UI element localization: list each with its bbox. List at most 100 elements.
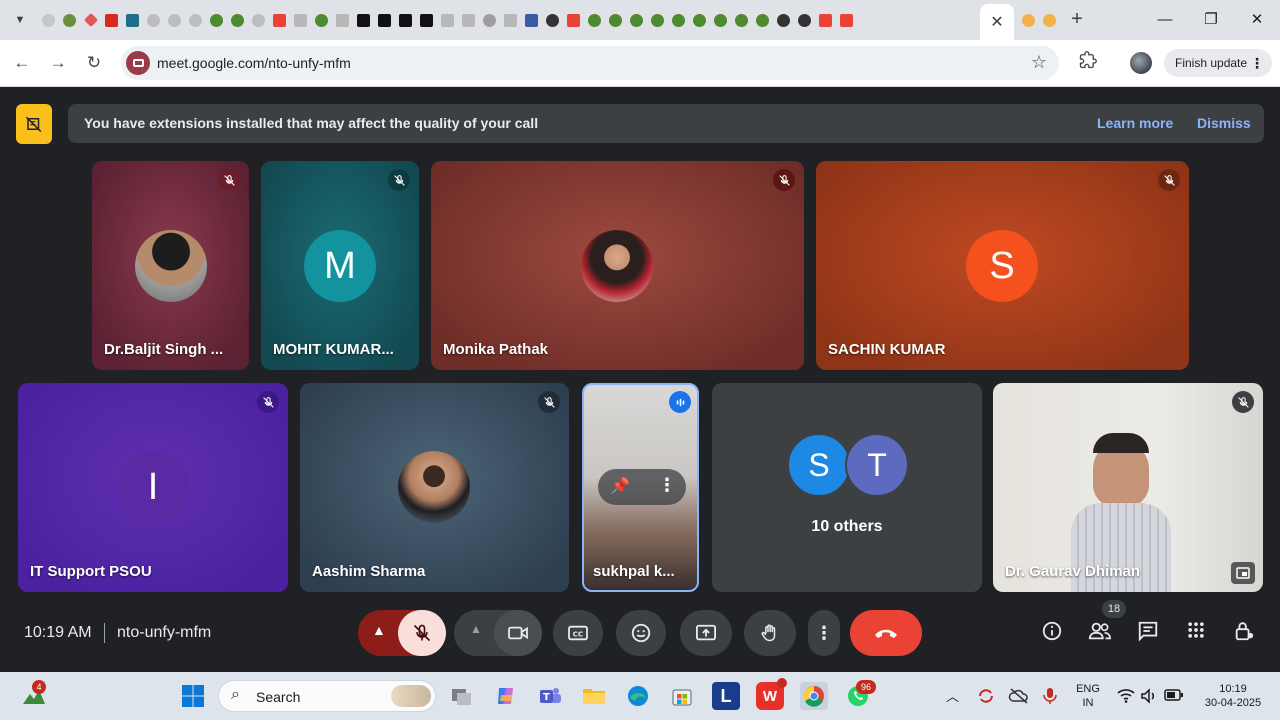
reactions-button[interactable] <box>616 610 666 656</box>
learn-more-link[interactable]: Learn more <box>1097 115 1173 131</box>
camera-toggle-button[interactable] <box>494 610 542 656</box>
tab-favicon[interactable] <box>332 10 353 30</box>
tab-favicon[interactable] <box>521 10 542 30</box>
sync-icon[interactable] <box>976 686 996 706</box>
tab-favicon[interactable] <box>710 10 731 30</box>
new-tab-button[interactable]: + <box>1066 8 1088 30</box>
extensions-puzzle-icon[interactable] <box>1076 51 1100 75</box>
leave-call-button[interactable] <box>850 610 922 656</box>
picture-in-picture-icon[interactable] <box>1231 562 1255 584</box>
pin-icon[interactable]: 📌 <box>610 476 630 496</box>
url-text[interactable]: meet.google.com/nto-unfy-mfm <box>157 55 351 71</box>
tab-favicon[interactable] <box>794 10 815 30</box>
site-info-icon[interactable] <box>126 51 150 75</box>
dismiss-button[interactable]: Dismiss <box>1197 115 1251 131</box>
tab-favicon[interactable] <box>1039 10 1060 30</box>
edge-browser-icon[interactable] <box>624 682 652 710</box>
bookmark-star-icon[interactable]: ☆ <box>1031 52 1047 73</box>
tab-favicon[interactable] <box>353 10 374 30</box>
tab-favicon[interactable] <box>290 10 311 30</box>
participant-tile[interactable]: I IT Support PSOU <box>18 383 288 592</box>
tab-search-chevron-icon[interactable]: ▼ <box>8 8 32 32</box>
back-arrow-icon[interactable]: ← <box>10 51 34 75</box>
tab-favicon[interactable] <box>458 10 479 30</box>
restore-button[interactable]: ❐ <box>1199 8 1223 32</box>
participant-tile[interactable]: S SACHIN KUMAR <box>816 161 1189 370</box>
letter-l-app-icon[interactable]: L <box>712 682 740 710</box>
taskbar-search-box[interactable]: ⌕ Search <box>218 680 436 712</box>
tab-favicon[interactable] <box>59 10 80 30</box>
chrome-browser-icon[interactable] <box>800 682 828 710</box>
forward-arrow-icon[interactable]: → <box>46 51 70 75</box>
tab-favicon[interactable] <box>164 10 185 30</box>
host-controls-button[interactable] <box>1231 620 1257 646</box>
tab-favicon[interactable] <box>836 10 857 30</box>
onedrive-icon[interactable] <box>1008 687 1030 705</box>
tab-favicon[interactable] <box>605 10 626 30</box>
tab-favicon[interactable] <box>395 10 416 30</box>
reload-icon[interactable]: ↻ <box>82 51 106 75</box>
windows-start-icon[interactable] <box>179 682 207 710</box>
tab-favicon[interactable] <box>206 10 227 30</box>
tray-overflow-chevron-icon[interactable]: ︿ <box>946 686 959 705</box>
tab-favicon[interactable] <box>542 10 563 30</box>
tab-favicon[interactable] <box>248 10 269 30</box>
tab-favicon[interactable] <box>479 10 500 30</box>
minimize-button[interactable]: — <box>1153 8 1177 32</box>
wifi-icon[interactable] <box>1116 686 1136 706</box>
tab-favicon[interactable] <box>101 10 122 30</box>
tab-favicon[interactable] <box>38 10 59 30</box>
tab-favicon[interactable] <box>563 10 584 30</box>
close-tab-icon[interactable]: ✕ <box>990 12 1003 32</box>
participant-tile[interactable]: M MOHIT KUMAR... <box>261 161 419 370</box>
tab-favicon[interactable] <box>416 10 437 30</box>
task-view-icon[interactable] <box>448 682 476 710</box>
active-tab[interactable]: ✕ <box>980 4 1014 40</box>
tab-favicon[interactable] <box>668 10 689 30</box>
chat-button[interactable] <box>1135 620 1161 646</box>
tab-favicon[interactable] <box>374 10 395 30</box>
volume-icon[interactable] <box>1140 687 1158 705</box>
participant-tile[interactable]: Aashim Sharma <box>300 383 569 592</box>
microphone-in-use-icon[interactable] <box>1042 686 1058 706</box>
participant-tile[interactable]: Monika Pathak <box>431 161 804 370</box>
tab-favicon[interactable] <box>437 10 458 30</box>
tab-favicon[interactable] <box>752 10 773 30</box>
audio-options-chevron-icon[interactable]: ▲ <box>372 622 386 638</box>
teams-icon[interactable]: T <box>536 682 564 710</box>
tab-favicon[interactable] <box>80 10 101 30</box>
tab-favicon[interactable] <box>815 10 836 30</box>
tab-favicon[interactable] <box>647 10 668 30</box>
tab-favicon[interactable] <box>500 10 521 30</box>
video-options-chevron-icon[interactable]: ▲ <box>470 622 482 636</box>
file-explorer-icon[interactable] <box>580 682 608 710</box>
others-tile[interactable]: S T 10 others <box>712 383 982 592</box>
tab-favicon[interactable] <box>185 10 206 30</box>
raise-hand-button[interactable] <box>744 610 796 656</box>
tab-favicon[interactable] <box>227 10 248 30</box>
microsoft-store-icon[interactable] <box>668 682 696 710</box>
tab-favicon[interactable] <box>731 10 752 30</box>
tab-favicon[interactable] <box>626 10 647 30</box>
participant-tile[interactable]: Dr.Baljit Singh ... <box>92 161 249 370</box>
tab-favicon[interactable] <box>269 10 290 30</box>
more-options-icon[interactable]: ⋮ <box>658 475 676 496</box>
participant-tile[interactable]: Dr. Gaurav Dhiman <box>993 383 1263 592</box>
battery-icon[interactable] <box>1164 688 1184 704</box>
activities-button[interactable] <box>1183 620 1209 646</box>
system-clock[interactable]: 10:19 30-04-2025 <box>1196 682 1270 710</box>
tab-favicon[interactable] <box>122 10 143 30</box>
tab-favicon[interactable] <box>311 10 332 30</box>
participant-tile-speaking[interactable]: 📌 ⋮ sukhpal k... <box>582 383 699 592</box>
present-screen-button[interactable] <box>680 610 732 656</box>
microphone-toggle-button[interactable] <box>398 610 446 656</box>
tab-favicon[interactable] <box>773 10 794 30</box>
tab-favicon[interactable] <box>584 10 605 30</box>
tab-favicon[interactable] <box>143 10 164 30</box>
close-window-button[interactable]: ✕ <box>1245 8 1269 32</box>
address-bar[interactable]: meet.google.com/nto-unfy-mfm ☆ <box>121 46 1059 80</box>
finish-update-button[interactable]: Finish update ⋮ <box>1164 49 1272 77</box>
copilot-icon[interactable] <box>492 682 520 710</box>
meeting-details-button[interactable] <box>1039 620 1065 646</box>
tab-favicon[interactable] <box>689 10 710 30</box>
